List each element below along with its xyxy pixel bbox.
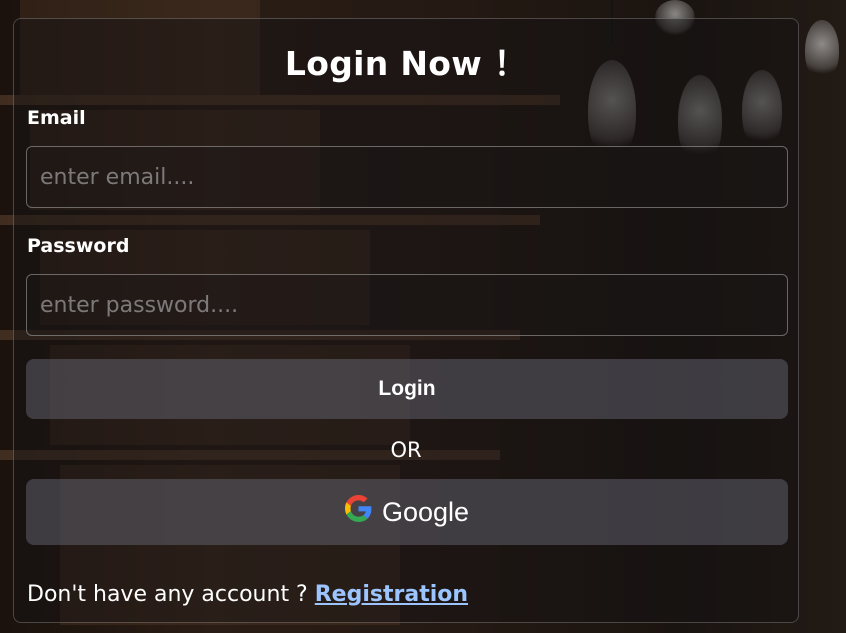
lamp-bulb (805, 20, 839, 80)
google-icon (344, 495, 372, 529)
password-field[interactable] (26, 274, 788, 336)
login-button-label: Login (378, 377, 436, 400)
email-label: Email (27, 107, 86, 129)
page-title: Login Now ！ (284, 44, 528, 83)
password-label: Password (27, 235, 130, 257)
google-button-label: Google (381, 496, 470, 527)
google-login-button[interactable]: Google (26, 479, 788, 545)
registration-link[interactable]: Registration (315, 582, 468, 607)
registration-prompt-text: Don't have any account ? (27, 582, 315, 607)
login-button[interactable]: Login (26, 359, 788, 419)
registration-prompt: Don't have any account ? Registration (27, 582, 468, 607)
email-field[interactable] (26, 146, 788, 208)
or-separator: OR (390, 438, 422, 462)
login-card: Login Now ！ Email Password Login OR Goog… (13, 18, 799, 623)
